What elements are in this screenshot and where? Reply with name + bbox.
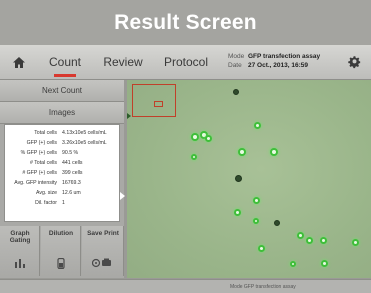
result-row: Avg. size 12.6 um xyxy=(5,189,121,198)
selection-pointer xyxy=(120,192,125,200)
result-row: GFP (+) cells 3.26x10e5 cells/mL xyxy=(5,139,121,148)
cell-marker xyxy=(297,232,304,239)
save-print-label: Save Print xyxy=(87,230,119,237)
home-button[interactable] xyxy=(6,49,32,75)
cell-marker xyxy=(270,148,278,156)
mode-label: Mode xyxy=(228,53,245,60)
save-print-icon xyxy=(91,256,113,270)
cell-marker xyxy=(191,133,199,141)
cell-image-viewer[interactable] xyxy=(127,80,371,278)
result-value: 90.5 % xyxy=(62,150,79,156)
result-value: 399 cells xyxy=(62,170,83,176)
cell-marker xyxy=(258,245,265,252)
zoom-region-inner-box xyxy=(154,101,163,107)
graph-gating-button[interactable]: Graph Gating xyxy=(0,226,40,276)
result-row: Dil. factor 1 xyxy=(5,199,121,208)
banner-title: Result Screen xyxy=(114,10,257,34)
result-value: 16769.3 xyxy=(62,180,81,186)
gear-icon xyxy=(347,55,360,68)
zoom-region-box[interactable] xyxy=(132,84,176,117)
cell-marker xyxy=(233,89,239,95)
settings-button[interactable] xyxy=(345,53,363,71)
mode-info: Mode GFP transfection assay Date 27 Oct., … xyxy=(228,52,320,70)
bottom-status-bar: Mode GFP transfection assay xyxy=(0,279,371,293)
images-label: Images xyxy=(48,108,76,117)
result-label: # Total cells xyxy=(29,160,57,166)
next-count-label: Next Count xyxy=(41,86,83,95)
home-icon xyxy=(13,56,25,68)
tab-count-label: Count xyxy=(48,55,82,69)
result-label: # GFP (+) cells xyxy=(22,170,57,176)
tube-icon xyxy=(53,256,69,270)
result-screen-banner: Result Screen xyxy=(0,0,371,45)
cell-marker xyxy=(253,197,260,204)
cell-marker xyxy=(253,218,259,224)
bottom-mode-text: Mode GFP transfection assay xyxy=(230,284,296,290)
top-navigation-bar: Count Review Protocol Mode GFP transfecti… xyxy=(0,45,371,80)
result-row: # GFP (+) cells 399 cells xyxy=(5,169,121,178)
result-value: 4.13x10e5 cells/mL xyxy=(62,130,107,136)
dilution-label: Dilution xyxy=(48,230,74,237)
viewer-pointer xyxy=(127,113,131,119)
result-value: 1 xyxy=(62,200,65,206)
cell-marker xyxy=(320,237,327,244)
tab-count[interactable]: Count xyxy=(36,45,94,79)
result-row: % GFP (+) cells 90.5 % xyxy=(5,149,121,158)
tab-review[interactable]: Review xyxy=(96,45,150,79)
result-row: # Total cells 441 cells xyxy=(5,159,121,168)
tab-protocol[interactable]: Protocol xyxy=(152,45,220,79)
result-label: Avg. size xyxy=(36,190,57,196)
left-sidebar: Next Count Images Total cells 4.13x10e5 … xyxy=(0,80,125,278)
cell-marker xyxy=(191,154,197,160)
tool-buttons: Graph Gating Dilution Save Print xyxy=(0,226,124,276)
cell-marker xyxy=(274,220,280,226)
dilution-button[interactable]: Dilution xyxy=(41,226,81,276)
results-panel: Total cells 4.13x10e5 cells/mL GFP (+) c… xyxy=(4,124,120,222)
result-value: 12.6 um xyxy=(62,190,81,196)
result-label: Avg. GFP intensity xyxy=(14,180,57,186)
result-label: Dil. factor xyxy=(35,200,57,206)
date-value: 27 Oct., 2013, 16:59 xyxy=(248,62,308,69)
result-row: Avg. GFP intensity 16769.3 xyxy=(5,179,121,188)
result-row: Total cells 4.13x10e5 cells/mL xyxy=(5,129,121,138)
result-label: GFP (+) cells xyxy=(26,140,57,146)
graph-gating-label: Graph Gating xyxy=(9,230,31,244)
bar-chart-icon xyxy=(12,256,28,270)
cell-marker xyxy=(205,135,212,142)
cell-marker xyxy=(306,237,313,244)
mode-value: GFP transfection assay xyxy=(248,53,321,60)
next-count-button[interactable]: Next Count xyxy=(0,80,124,102)
tab-protocol-label: Protocol xyxy=(163,55,209,69)
result-label: % GFP (+) cells xyxy=(20,150,57,156)
cell-marker xyxy=(321,260,328,267)
save-print-button[interactable]: Save Print xyxy=(82,226,124,276)
cell-marker xyxy=(235,175,242,182)
result-label: Total cells xyxy=(34,130,57,136)
date-label: Date xyxy=(228,62,242,69)
images-button[interactable]: Images xyxy=(0,102,124,124)
result-value: 441 cells xyxy=(62,160,83,166)
cell-marker xyxy=(254,122,261,129)
cell-marker xyxy=(234,209,241,216)
tab-review-label: Review xyxy=(103,55,143,69)
cell-marker xyxy=(290,261,296,267)
cell-marker xyxy=(238,148,246,156)
cell-marker xyxy=(352,239,359,246)
result-value: 3.26x10e5 cells/mL xyxy=(62,140,107,146)
